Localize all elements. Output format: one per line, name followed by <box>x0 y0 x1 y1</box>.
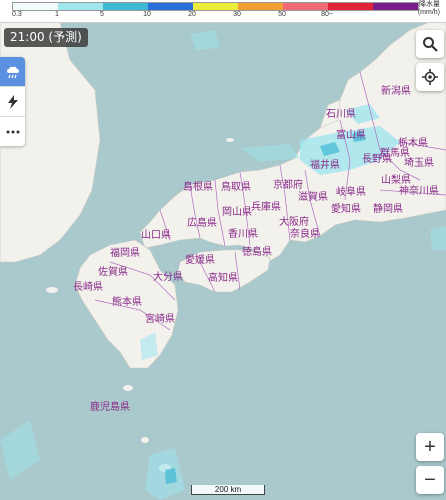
legend-tick-label: 20 <box>188 11 196 18</box>
island <box>123 385 133 391</box>
locate-button[interactable] <box>416 63 444 91</box>
lightning-layer-button[interactable] <box>0 87 25 117</box>
legend-tick-label: 50 <box>278 11 286 18</box>
legend-tick-label: 1 <box>55 11 59 18</box>
map-canvas[interactable] <box>0 0 446 500</box>
forecast-time-label[interactable]: 21:00 (予測) <box>4 28 88 47</box>
precipitation-legend: 0.3 1 5 10 20 30 50 80~ 降水量 (mm/h) <box>0 0 446 23</box>
island <box>226 138 234 142</box>
scale-bar: 200 km <box>191 485 265 495</box>
legend-color-segment <box>148 3 193 10</box>
legend-tick-label: 80~ <box>321 11 333 18</box>
legend-tick-label: 0.3 <box>12 11 22 18</box>
legend-color-segment <box>193 3 238 10</box>
legend-color-segment <box>238 3 283 10</box>
legend-color-segment <box>283 3 328 10</box>
layer-buttons <box>0 57 25 146</box>
rain-icon <box>6 66 19 78</box>
more-button[interactable] <box>0 117 25 146</box>
zoom-in-button[interactable]: + <box>416 433 444 461</box>
lightning-icon <box>7 94 18 109</box>
legend-color-segment <box>373 3 418 10</box>
zoom-out-button[interactable]: − <box>416 466 444 494</box>
legend-unit: 降水量 (mm/h) <box>418 1 440 17</box>
legend-unit-value: (mm/h) <box>417 9 440 16</box>
legend-color-segment <box>103 3 148 10</box>
more-icon <box>6 130 19 133</box>
search-icon <box>423 37 438 52</box>
island <box>141 437 149 443</box>
legend-color-segment <box>328 3 373 10</box>
legend-tick-label: 30 <box>233 11 241 18</box>
legend-color-bar <box>12 2 419 11</box>
rain-layer-button[interactable] <box>0 57 25 87</box>
island <box>46 287 58 293</box>
legend-tick-label: 10 <box>143 11 151 18</box>
legend-unit-label: 降水量 <box>419 1 440 8</box>
legend-tick-label: 5 <box>100 11 104 18</box>
legend-color-segment <box>13 3 58 10</box>
legend-color-segment <box>58 3 103 10</box>
search-button[interactable] <box>416 30 444 58</box>
locate-icon <box>422 69 438 85</box>
